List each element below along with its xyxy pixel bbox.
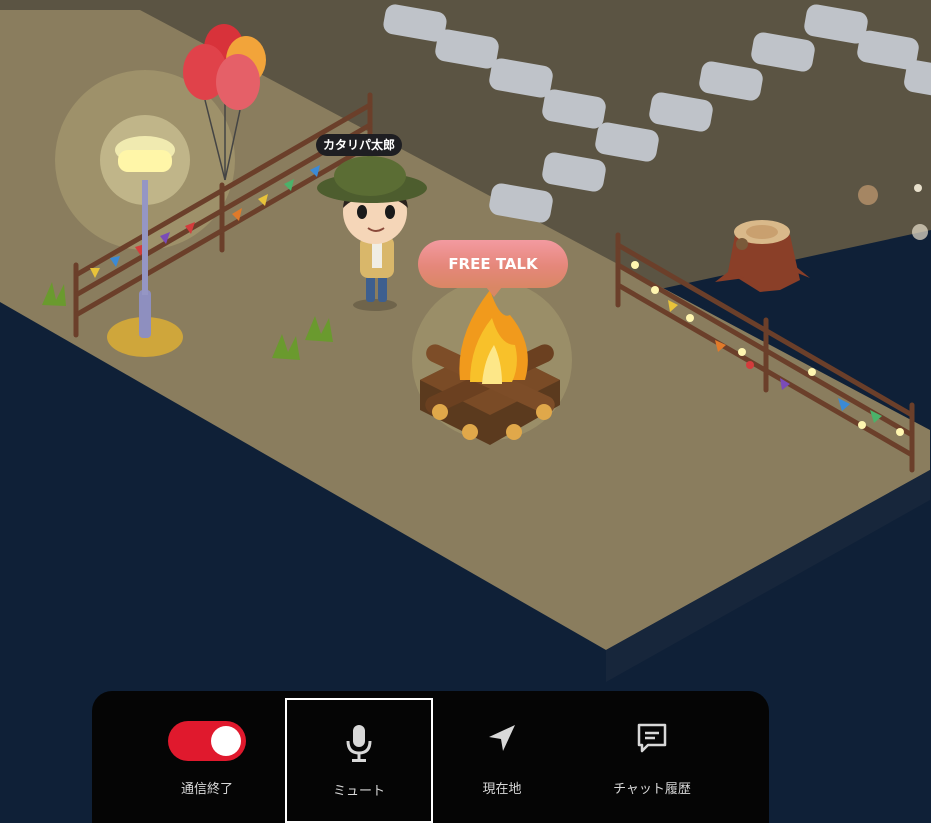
chat-history-label: チャット履歴 xyxy=(613,782,691,797)
chat-history-button[interactable]: チャット履歴 xyxy=(582,691,722,823)
end-call-toggle-button[interactable]: 通信終了 xyxy=(142,691,272,823)
end-call-label: 通信終了 xyxy=(180,782,233,797)
character-name-tag: カタリパ太郎 xyxy=(316,134,403,156)
microphone-icon xyxy=(345,723,373,767)
free-talk-bubble[interactable]: FREE TALK xyxy=(418,240,568,297)
bottom-toolbar: 通信終了 ミュート 現在地 チャット履歴 xyxy=(92,691,769,823)
game-stage[interactable]: カタリパ太郎 FREE TALK 通信終了 ミュート 現在地 チャット履歴 xyxy=(0,0,931,823)
toggle-switch-icon xyxy=(168,721,246,761)
mute-button[interactable]: ミュート xyxy=(285,698,433,823)
current-location-button[interactable]: 現在地 xyxy=(447,691,557,823)
mute-label: ミュート xyxy=(332,784,385,799)
current-location-label: 現在地 xyxy=(482,782,522,797)
chat-bubble-icon xyxy=(635,721,669,759)
location-arrow-icon xyxy=(485,721,519,759)
